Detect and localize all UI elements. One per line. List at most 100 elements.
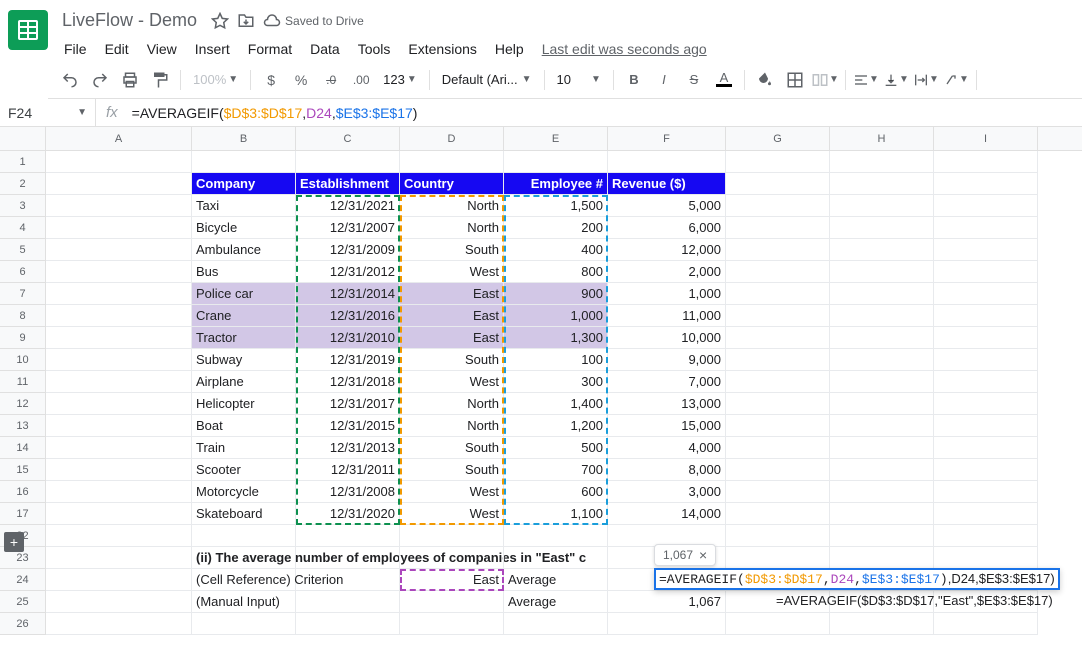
cell-emp-5[interactable]: 1,000 [504,305,608,327]
cell-company-10[interactable]: Boat [192,415,296,437]
menu-file[interactable]: File [56,37,95,61]
doc-title[interactable]: LiveFlow - Demo [56,8,203,33]
label-average-25[interactable]: Average [504,591,608,613]
cell-est-7[interactable]: 12/31/2019 [296,349,400,371]
cell-country-1[interactable]: North [400,217,504,239]
strikethrough-button[interactable]: S [680,66,708,94]
row-head-25[interactable]: 25 [0,591,45,613]
row-head-8[interactable]: 8 [0,305,45,327]
menu-data[interactable]: Data [302,37,348,61]
row-head-13[interactable]: 13 [0,415,45,437]
cell-rev-6[interactable]: 10,000 [608,327,726,349]
cell-est-1[interactable]: 12/31/2007 [296,217,400,239]
cell-est-6[interactable]: 12/31/2010 [296,327,400,349]
cell-country-14[interactable]: West [400,503,504,525]
cell-rev-11[interactable]: 4,000 [608,437,726,459]
row-head-26[interactable]: 26 [0,613,45,635]
cell-company-14[interactable]: Skateboard [192,503,296,525]
cell-est-11[interactable]: 12/31/2013 [296,437,400,459]
cell-rev-12[interactable]: 8,000 [608,459,726,481]
row-head-4[interactable]: 4 [0,217,45,239]
cell-rev-13[interactable]: 3,000 [608,481,726,503]
row-head-15[interactable]: 15 [0,459,45,481]
row-head-17[interactable]: 17 [0,503,45,525]
cell-emp-8[interactable]: 300 [504,371,608,393]
bold-button[interactable]: B [620,66,648,94]
borders-button[interactable] [781,66,809,94]
hdr-company[interactable]: Company [192,173,296,195]
hdr-revenue[interactable]: Revenue ($) [608,173,726,195]
cell-company-6[interactable]: Tractor [192,327,296,349]
paint-format-button[interactable] [146,66,174,94]
cell-est-4[interactable]: 12/31/2014 [296,283,400,305]
criterion-east[interactable]: East [400,569,504,591]
cell-emp-1[interactable]: 200 [504,217,608,239]
cell-emp-12[interactable]: 700 [504,459,608,481]
cell-est-9[interactable]: 12/31/2017 [296,393,400,415]
cell-emp-13[interactable]: 600 [504,481,608,503]
number-format-select[interactable]: 123▼ [377,72,423,87]
cell-est-13[interactable]: 12/31/2008 [296,481,400,503]
menu-edit[interactable]: Edit [97,37,137,61]
cell-country-12[interactable]: South [400,459,504,481]
cell-company-2[interactable]: Ambulance [192,239,296,261]
row-head-24[interactable]: 24 [0,569,45,591]
currency-button[interactable]: $ [257,66,285,94]
row-head-10[interactable]: 10 [0,349,45,371]
cell-emp-3[interactable]: 800 [504,261,608,283]
cell-company-13[interactable]: Motorcycle [192,481,296,503]
row-head-16[interactable]: 16 [0,481,45,503]
cell-rev-0[interactable]: 5,000 [608,195,726,217]
row-head-12[interactable]: 12 [0,393,45,415]
label-manual-input[interactable]: (Manual Input) [192,591,296,613]
cell-rev-10[interactable]: 15,000 [608,415,726,437]
cell-company-4[interactable]: Police car [192,283,296,305]
add-row-button[interactable]: + [4,532,24,552]
cell-emp-4[interactable]: 900 [504,283,608,305]
h-align-button[interactable]: ▼ [852,66,880,94]
redo-button[interactable] [86,66,114,94]
cell-est-3[interactable]: 12/31/2012 [296,261,400,283]
cell-emp-6[interactable]: 1,300 [504,327,608,349]
row-head-2[interactable]: 2 [0,173,45,195]
cell-rev-2[interactable]: 12,000 [608,239,726,261]
cell-company-7[interactable]: Subway [192,349,296,371]
grid[interactable]: ABCDEFGHI 123456789101112131415161722232… [0,127,1082,672]
cell-country-2[interactable]: South [400,239,504,261]
cell-country-6[interactable]: East [400,327,504,349]
cell-emp-2[interactable]: 400 [504,239,608,261]
cell-rev-5[interactable]: 11,000 [608,305,726,327]
cell-emp-7[interactable]: 100 [504,349,608,371]
cell-rev-3[interactable]: 2,000 [608,261,726,283]
print-button[interactable] [116,66,144,94]
cell-country-8[interactable]: West [400,371,504,393]
last-edit-link[interactable]: Last edit was seconds ago [534,37,715,61]
cell-rev-4[interactable]: 1,000 [608,283,726,305]
wrap-button[interactable]: ▼ [912,66,940,94]
cell-country-3[interactable]: West [400,261,504,283]
zoom-select[interactable]: 100%▼ [187,72,244,87]
col-head-A[interactable]: A [46,127,192,150]
cell-country-10[interactable]: North [400,415,504,437]
rotate-button[interactable]: ▼ [942,66,970,94]
tooltip-close-icon[interactable]: × [699,547,707,563]
row-head-11[interactable]: 11 [0,371,45,393]
cell-company-11[interactable]: Train [192,437,296,459]
cell-est-5[interactable]: 12/31/2016 [296,305,400,327]
cell-rev-1[interactable]: 6,000 [608,217,726,239]
menu-format[interactable]: Format [240,37,300,61]
col-head-C[interactable]: C [296,127,400,150]
hdr-establishment[interactable]: Establishment [296,173,400,195]
hdr-employee[interactable]: Employee # [504,173,608,195]
row-head-3[interactable]: 3 [0,195,45,217]
cell-country-9[interactable]: North [400,393,504,415]
move-icon[interactable] [237,12,255,30]
cell-est-12[interactable]: 12/31/2011 [296,459,400,481]
font-size-select[interactable]: 10▼ [551,72,607,87]
cell-est-14[interactable]: 12/31/2020 [296,503,400,525]
undo-button[interactable] [56,66,84,94]
col-head-I[interactable]: I [934,127,1038,150]
cell-est-2[interactable]: 12/31/2009 [296,239,400,261]
cell-country-7[interactable]: South [400,349,504,371]
cell-rev-7[interactable]: 9,000 [608,349,726,371]
